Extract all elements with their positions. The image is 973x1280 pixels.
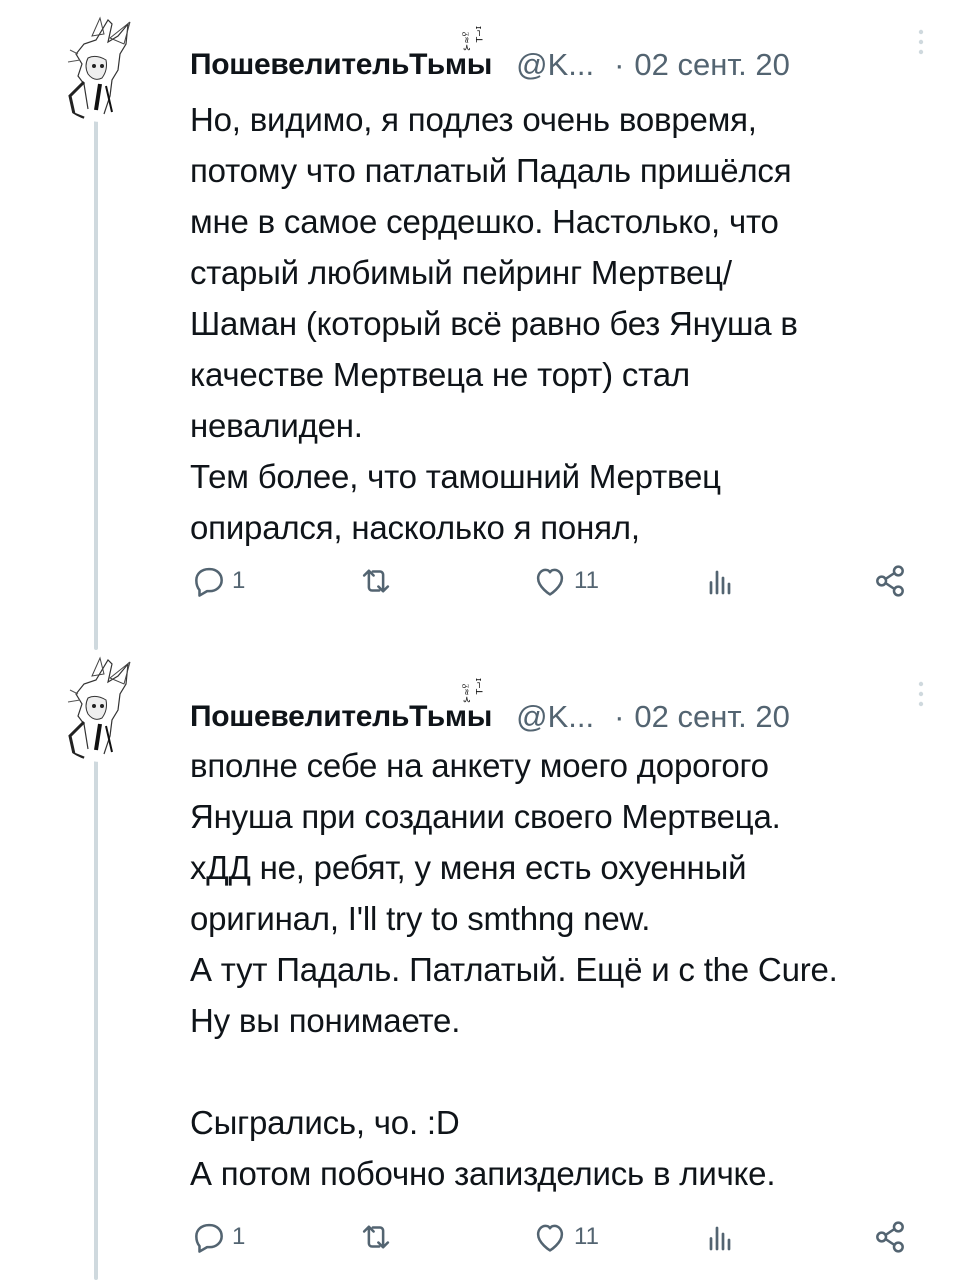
like-button[interactable]: 11 — [530, 1212, 599, 1262]
views-button[interactable] — [702, 556, 742, 606]
retweet-icon — [362, 569, 390, 593]
reply-button[interactable]: 1 — [190, 1212, 245, 1262]
reply-icon — [195, 567, 223, 597]
author-name-tail[interactable]: Тьмы — [409, 48, 492, 82]
tweet-actions: 1 11 — [190, 1212, 920, 1262]
avatar-illustration — [67, 656, 131, 760]
tweet-text: Но, видимо, я подлез очень вовремя, пото… — [190, 101, 798, 546]
tweet-timestamp[interactable]: 02 сент. 20 — [634, 47, 789, 83]
avatar[interactable] — [48, 14, 156, 122]
tweet-header: Пошевелитель Тьмы ᵹ≈⊰ ɪ⌐ꓕ o·| ↕*⋮ @K... … — [190, 26, 913, 90]
svg-text:ɪ⌐ꓕ: ɪ⌐ꓕ — [473, 678, 483, 695]
retweet-button[interactable] — [356, 1212, 400, 1262]
tweet-text: вполне себе на анкету моего дорогого Яну… — [190, 747, 838, 1192]
tweet[interactable]: Пошевелитель Тьмы ᵹ≈⊰ ɪ⌐ꓕ o·| ↕*⋮ @K... … — [0, 640, 973, 1280]
avatar[interactable] — [48, 654, 156, 762]
like-count: 11 — [574, 1223, 599, 1250]
reply-button[interactable]: 1 — [190, 556, 245, 606]
author-name-tail[interactable]: Тьмы — [409, 700, 492, 734]
tweet-header: Пошевелитель Тьмы ᵹ≈⊰ ɪ⌐ꓕ o·| ↕*⋮ @K... … — [190, 678, 913, 742]
tweet-timestamp[interactable]: 02 сент. 20 — [634, 699, 789, 735]
tweet-actions: 1 11 — [190, 556, 920, 606]
avatar-illustration — [67, 16, 131, 120]
heart-icon — [536, 1224, 564, 1252]
like-button[interactable]: 11 — [530, 556, 599, 606]
svg-text:ɪ⌐ꓕ: ɪ⌐ꓕ — [473, 26, 483, 43]
header-separator: · — [614, 699, 625, 734]
reply-count: 1 — [232, 1223, 246, 1250]
header-separator: · — [614, 47, 625, 82]
reply-count: 1 — [232, 567, 246, 594]
author-handle[interactable]: @K... — [516, 699, 594, 735]
retweet-icon — [362, 1225, 390, 1249]
author-name[interactable]: Пошевелитель — [190, 700, 409, 734]
tweet[interactable]: Пошевелитель Тьмы ᵹ≈⊰ ɪ⌐ꓕ o·| ↕*⋮ @K... … — [0, 0, 973, 640]
reply-icon — [195, 1223, 223, 1253]
share-icon — [876, 1221, 904, 1253]
share-button[interactable] — [870, 1212, 910, 1262]
views-button[interactable] — [702, 1212, 742, 1262]
more-vertical-icon[interactable] — [909, 678, 933, 718]
author-handle[interactable]: @K... — [516, 47, 594, 83]
views-icon — [709, 570, 731, 595]
retweet-button[interactable] — [356, 556, 400, 606]
share-icon — [876, 565, 904, 597]
more-vertical-icon[interactable] — [909, 26, 933, 66]
heart-icon — [536, 568, 564, 596]
share-button[interactable] — [870, 556, 910, 606]
like-count: 11 — [574, 567, 599, 594]
views-icon — [709, 1226, 731, 1251]
author-name[interactable]: Пошевелитель — [190, 48, 409, 82]
